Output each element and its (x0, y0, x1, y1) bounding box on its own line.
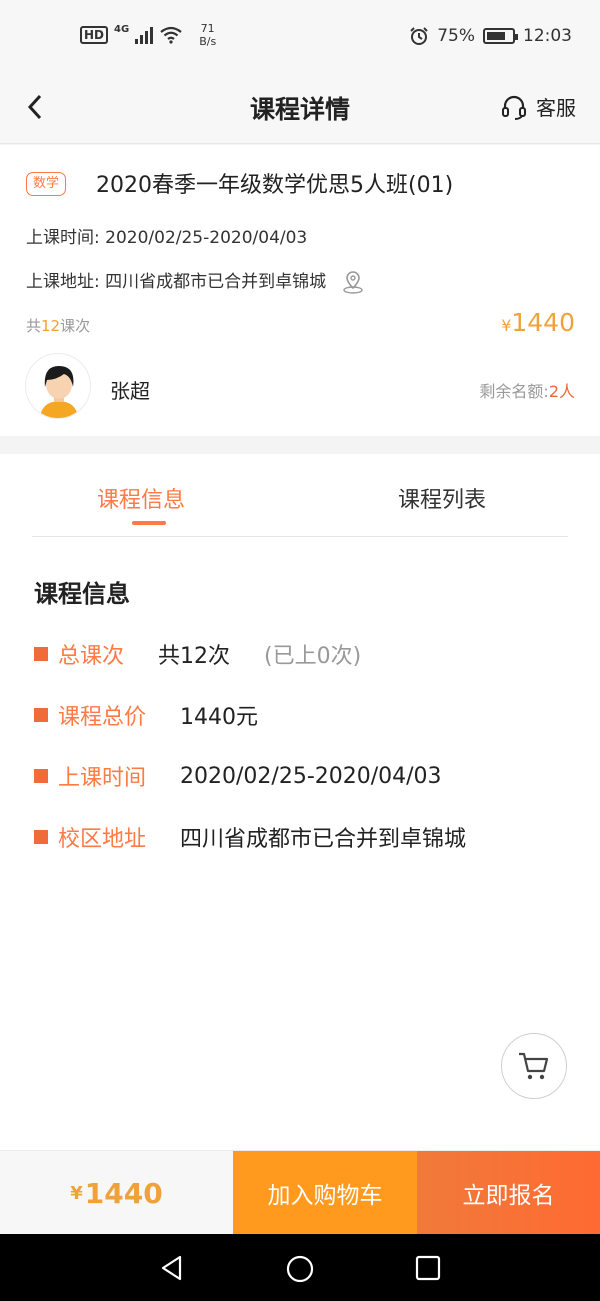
bottom-price: ¥1440 (0, 1151, 233, 1235)
bullet-square (34, 830, 48, 844)
info-row-total-price: 课程总价 1440元 (34, 699, 258, 731)
system-nav-bar (0, 1234, 600, 1301)
status-left: HD 4G 71 B/s (80, 22, 216, 48)
info-row-campus-address: 校区地址 四川省成都市已合并到卓锦城 (34, 821, 466, 853)
teacher-avatar (25, 353, 91, 419)
battery-percent: 75% (437, 26, 475, 46)
bullet-square (34, 708, 48, 722)
time-label: 上课时间: (26, 228, 100, 248)
price-value: 1440 (84, 1176, 163, 1210)
battery-icon (483, 28, 518, 44)
price-value: 1440 (511, 308, 575, 337)
speed-value: 71 (200, 22, 215, 35)
network-type: 4G (114, 23, 130, 35)
network-speed: 71 B/s (199, 22, 216, 48)
tab-divider (32, 536, 568, 537)
subject-tag: 数学 (26, 172, 67, 196)
bullet-square (34, 769, 48, 783)
nav-back-icon[interactable] (158, 1254, 186, 1282)
remain-value: 2人 (548, 382, 575, 401)
lesson-count: 共12课次 (26, 315, 90, 336)
tab-bar: 课程信息 课程列表 (0, 454, 600, 538)
wifi-icon (160, 26, 182, 44)
info-extra: (已上0次) (264, 644, 362, 669)
teacher-name: 张超 (110, 379, 150, 403)
lessons-number: 12 (41, 317, 61, 335)
customer-service-button[interactable]: 客服 (500, 92, 576, 121)
add-to-cart-button[interactable]: 加入购物车 (233, 1151, 417, 1235)
course-name: 2020春季一年级数学优思5人班(01) (96, 173, 454, 198)
speed-unit: B/s (199, 35, 217, 48)
info-value: 2020/02/25-2020/04/03 (180, 763, 442, 789)
status-right: 75% 12:03 (409, 26, 572, 46)
currency-symbol: ¥ (501, 316, 512, 335)
nav-recents-icon[interactable] (414, 1254, 442, 1282)
info-value: 四川省成都市已合并到卓锦城 (180, 827, 467, 852)
info-row-total-lessons: 总课次 共12次 (已上0次) (34, 638, 361, 670)
course-card: 数学 2020春季一年级数学优思5人班(01) 上课时间: 2020/02/25… (0, 145, 600, 436)
info-value: 1440元 (180, 705, 259, 730)
course-time: 上课时间: 2020/02/25-2020/04/03 (26, 223, 307, 248)
lessons-prefix: 共 (26, 317, 42, 335)
clock: 12:03 (523, 26, 572, 46)
bullet-square (34, 647, 48, 661)
lessons-suffix: 课次 (60, 317, 91, 335)
remain-label: 剩余名额: (479, 382, 549, 401)
section-title: 课程信息 (34, 580, 130, 608)
info-label: 校区地址 (58, 827, 147, 852)
shopping-cart-icon (519, 1052, 549, 1080)
course-price: ¥1440 (501, 308, 575, 337)
active-tab-indicator (132, 521, 166, 525)
info-label: 课程总价 (58, 705, 147, 730)
info-label: 上课时间 (58, 766, 147, 791)
course-address[interactable]: 上课地址: 四川省成都市已合并到卓锦城 (26, 267, 366, 295)
location-pin-icon[interactable] (340, 269, 366, 295)
remaining-seats: 剩余名额:2人 (479, 378, 575, 402)
status-bar: HD 4G 71 B/s 75% 12:03 (0, 0, 600, 72)
address-value: 四川省成都市已合并到卓锦城 (105, 272, 327, 292)
info-value: 共12次 (158, 644, 231, 669)
nav-home-icon[interactable] (285, 1254, 315, 1284)
headset-icon (502, 95, 526, 120)
nav-bar: 课程详情 客服 (0, 72, 600, 144)
floating-cart-button[interactable] (501, 1033, 567, 1099)
enroll-now-button[interactable]: 立即报名 (417, 1151, 600, 1235)
hd-indicator: HD (80, 26, 109, 44)
bottom-action-bar: ¥1440 加入购物车 立即报名 (0, 1150, 600, 1235)
info-label: 总课次 (58, 644, 125, 669)
currency-symbol: ¥ (70, 1182, 83, 1204)
address-label: 上课地址: (26, 272, 100, 292)
service-label: 客服 (536, 96, 576, 120)
time-value: 2020/02/25-2020/04/03 (105, 228, 308, 248)
signal-icon (135, 26, 154, 44)
tab-course-list[interactable]: 课程列表 (398, 482, 486, 514)
tab-course-info[interactable]: 课程信息 (97, 482, 185, 514)
info-row-class-time: 上课时间 2020/02/25-2020/04/03 (34, 760, 442, 792)
alarm-icon (410, 27, 428, 45)
